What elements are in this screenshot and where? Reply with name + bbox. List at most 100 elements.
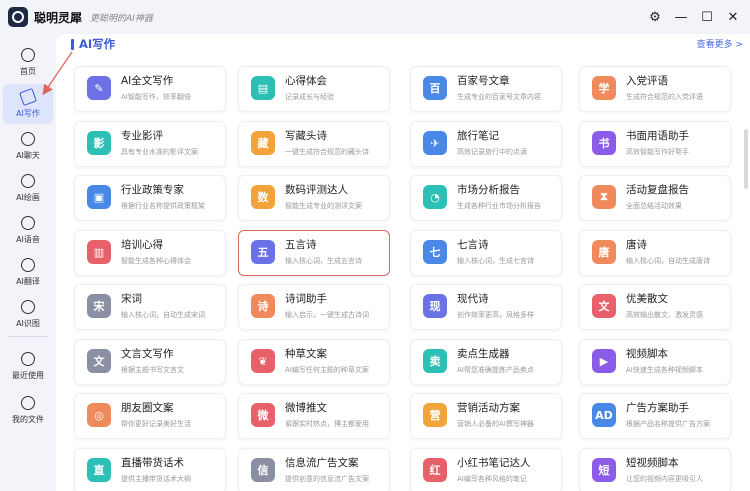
marketing-icon: 营 <box>423 403 447 427</box>
sidebar-item-label: AI识图 <box>16 318 40 328</box>
modern-poem-icon: 现 <box>423 294 447 318</box>
tool-card[interactable]: 诗诗词助手输入启示，一键生成古诗词 <box>238 284 390 330</box>
tool-card-description: 输入核心词，生成七言诗 <box>457 257 534 265</box>
tool-card-title: 诗词助手 <box>285 293 327 305</box>
tool-card[interactable]: ▥ 培训心得 智能生成各种心得体会 <box>74 230 226 276</box>
tool-card[interactable]: 百百家号文章 生成专业的百家号文章内容 <box>410 66 562 112</box>
tool-card[interactable]: ▣ 行业政策专家 根据行业名称提供政策框架 <box>74 175 226 221</box>
tool-card-title: 入党评语 <box>626 75 668 87</box>
settings-icon[interactable]: ⚙ <box>644 6 666 28</box>
tool-card-description: 输入启示，一键生成古诗词 <box>285 311 369 319</box>
tool-card[interactable]: ⧗ 活动复盘报告 全面总结活动效果 <box>579 175 731 221</box>
travel-icon: ✈ <box>423 131 447 155</box>
view-more-link[interactable]: 查看更多 > <box>697 37 743 50</box>
tool-card[interactable]: 唐唐诗 输入核心词，自动生成唐诗 <box>579 230 731 276</box>
tool-card[interactable]: ✈ 旅行笔记 高效记录旅行中的点滴 <box>410 121 562 167</box>
tool-card-title: 活动复盘报告 <box>626 184 689 196</box>
feed-ad-icon: 信 <box>251 458 275 482</box>
tool-card[interactable]: ❦ 种草文案 AI编写任何主题的种草文案 <box>238 339 390 385</box>
short-video-icon: 短 <box>592 458 616 482</box>
brush-icon <box>21 173 35 188</box>
tool-card[interactable]: ✎ AI全文写作 AI智能写作，效率翻倍 <box>74 66 226 112</box>
tool-card[interactable]: 藏写藏头诗 一键生成符合规范的藏头诗 <box>238 121 390 167</box>
home-icon <box>21 47 35 62</box>
tool-card[interactable]: 信信息流广告文案 提供创意的信息流广告文案 <box>238 448 390 491</box>
tool-card-description: 提供创意的信息流广告文案 <box>285 475 369 483</box>
tool-card[interactable]: 书书面用语助手 高效智能写作好帮手 <box>579 121 731 167</box>
tool-card-description: 生成符合规范的入党评语 <box>626 93 703 101</box>
poetry-helper-icon: 诗 <box>251 294 275 318</box>
tool-card[interactable]: 现现代诗 创作效率更高，风格多样 <box>410 284 562 330</box>
tool-card[interactable]: 红小红书笔记达人 AI编写各种风格的笔记 <box>410 448 562 491</box>
tool-card[interactable]: AD 广告方案助手 根据产品名称提供广告方案 <box>579 393 731 439</box>
acrostic-icon: 藏 <box>251 131 275 155</box>
tool-card-title: 培训心得 <box>121 239 163 251</box>
tool-card-title: 五言诗 <box>285 239 317 251</box>
sidebar-divider <box>8 336 48 337</box>
sidebar-item-clock[interactable]: 最近使用 <box>3 346 53 386</box>
tool-card-title: 旅行笔记 <box>457 130 499 142</box>
tool-card-description: 创作效率更高，风格多样 <box>457 311 534 319</box>
sidebar-item-scan[interactable]: AI识图 <box>3 294 53 334</box>
moments-icon: ◎ <box>87 403 111 427</box>
sidebar-item-label: 我的文件 <box>12 414 44 424</box>
tool-card-title: 小红书笔记达人 <box>457 457 531 469</box>
tool-card-title: 心得体会 <box>285 75 327 87</box>
app-name: 聪明灵犀 <box>34 10 83 25</box>
film-icon: 影 <box>87 131 111 155</box>
tool-card[interactable]: 卖卖点生成器 AI帮您准确提炼产品卖点 <box>410 339 562 385</box>
tool-card[interactable]: ◔ 市场分析报告 生成各种行业市场分析报告 <box>410 175 562 221</box>
tool-card[interactable]: 五五言诗 输入核心词，生成五言诗 <box>238 230 390 276</box>
song-ci-icon: 宋 <box>87 294 111 318</box>
sidebar-item-label: AI绘画 <box>16 192 40 202</box>
sidebar-item-label: AI聊天 <box>16 150 40 160</box>
tool-card-title: 广告方案助手 <box>626 402 689 414</box>
sidebar-item-headset[interactable]: AI语音 <box>3 210 53 250</box>
tool-card[interactable]: 七七言诗 输入核心词，生成七言诗 <box>410 230 562 276</box>
sidebar-item-home[interactable]: 首页 <box>3 42 53 82</box>
tool-card[interactable]: 文优美散文 高效输出散文，激发灵感 <box>579 284 731 330</box>
sidebar-item-chat[interactable]: AI聊天 <box>3 126 53 166</box>
tool-card[interactable]: 营营销活动方案 营销人必备的AI撰写神器 <box>410 393 562 439</box>
tool-card-description: AI快速生成各种视频脚本 <box>626 366 703 374</box>
sidebar: 首页 AI写作 AI聊天 AI绘画 AI语音 AI翻译 AI识图最近使用我的文件 <box>0 34 56 491</box>
tool-card[interactable]: 短短视频脚本让您的视频内容更吸引人 <box>579 448 731 491</box>
sidebar-item-label: AI语音 <box>16 234 40 244</box>
minimize-icon[interactable]: — <box>670 6 692 28</box>
tool-card-title: 专业影评 <box>121 130 163 142</box>
sidebar-item-label: 最近使用 <box>12 370 44 380</box>
tool-card-title: 短视频脚本 <box>626 457 679 469</box>
tool-card[interactable]: 数数码评测达人 智能生成专业的测评文案 <box>238 175 390 221</box>
sidebar-item-brush[interactable]: AI绘画 <box>3 168 53 208</box>
tool-card-title: 百家号文章 <box>457 75 510 87</box>
baijia-icon: 百 <box>423 76 447 100</box>
tool-card-title: 宋词 <box>121 293 142 305</box>
tool-card[interactable]: ▤ 心得体会 记录成长与经验 <box>238 66 390 112</box>
tool-card-title: 优美散文 <box>626 293 668 305</box>
tool-card[interactable]: 学入党评语 生成符合规范的入党评语 <box>579 66 731 112</box>
maximize-icon[interactable]: ☐ <box>696 6 718 28</box>
scrollbar[interactable] <box>744 129 748 189</box>
tool-card-title: 营销活动方案 <box>457 402 520 414</box>
tool-card-description: 高效智能写作好帮手 <box>626 148 689 156</box>
sidebar-item-translate[interactable]: AI翻译 <box>3 252 53 292</box>
tool-card[interactable]: 影专业影评 具有专业水准的影评文案 <box>74 121 226 167</box>
tool-card-description: 根据主题书写文言文 <box>121 366 184 374</box>
tool-card[interactable]: 文文言文写作 根据主题书写文言文 <box>74 339 226 385</box>
tool-card-description: 让您的视频内容更吸引人 <box>626 475 703 483</box>
classical-icon: 文 <box>87 349 111 373</box>
tool-card[interactable]: 直直播带货话术 提供主播带货话术大纲 <box>74 448 226 491</box>
sprout-icon: ❦ <box>251 349 275 373</box>
tool-card[interactable]: 微微博推文 紧跟实时热点，博主都爱用 <box>238 393 390 439</box>
tool-card[interactable]: ◎ 朋友圈文案 帮你更好记录美好生活 <box>74 393 226 439</box>
tool-card-title: AI全文写作 <box>121 75 174 87</box>
tang-poem-icon: 唐 <box>592 240 616 264</box>
chat-icon <box>21 131 35 146</box>
sidebar-item-pen[interactable]: AI写作 <box>3 84 53 124</box>
tool-card[interactable]: 宋宋词 输入核心词，自动生成宋词 <box>74 284 226 330</box>
tool-card[interactable]: ▶ 视频脚本 AI快速生成各种视频脚本 <box>579 339 731 385</box>
sidebar-item-file[interactable]: 我的文件 <box>3 390 53 430</box>
section-title: AI写作 <box>79 37 116 51</box>
tool-card-description: 全面总结活动效果 <box>626 202 682 210</box>
close-icon[interactable]: ✕ <box>722 6 744 28</box>
